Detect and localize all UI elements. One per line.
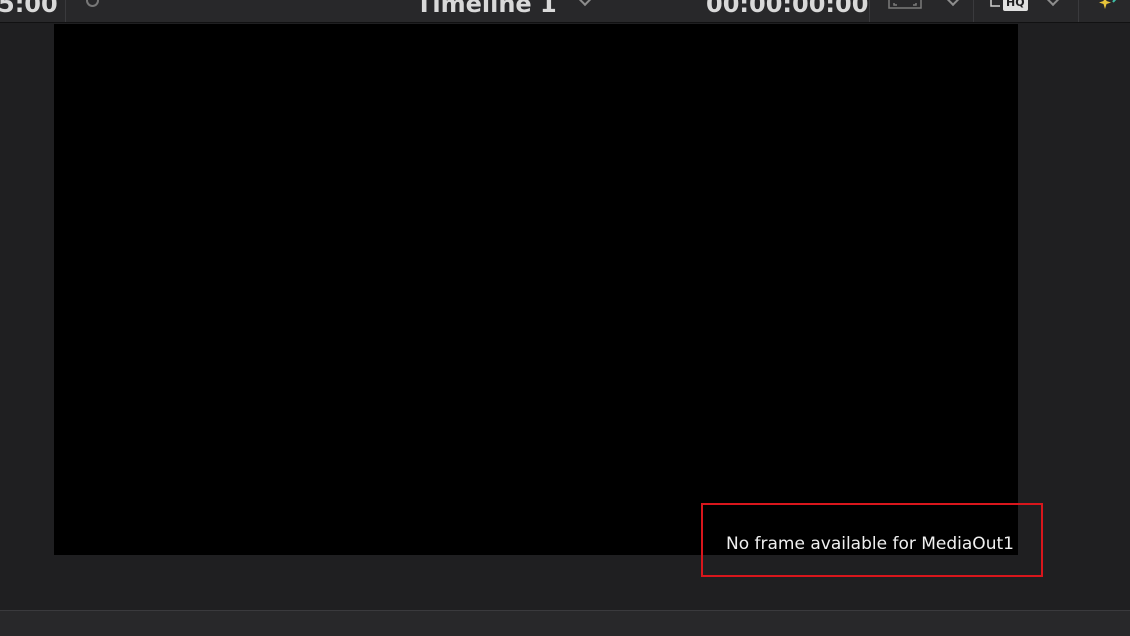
quality-dropdown-icon[interactable] <box>1045 0 1061 7</box>
timecode-display[interactable]: 00:00:00:00 <box>706 0 868 19</box>
frame-aspect-icon[interactable] <box>888 0 922 10</box>
fusion-viewer-app: 5:00 Timeline 1 00:00:00:00 HQ No frame … <box>0 0 1130 636</box>
toolbar-separator <box>973 0 974 22</box>
document-icon <box>990 0 1000 7</box>
viewer-canvas[interactable] <box>54 24 1018 555</box>
frame-dropdown-icon[interactable] <box>945 0 961 7</box>
left-timecode: 5:00 <box>0 0 58 18</box>
timeline-name[interactable]: Timeline 1 <box>416 0 557 19</box>
toolbar-separator <box>1078 0 1079 22</box>
bottom-bar <box>0 610 1130 636</box>
sparkle-icon[interactable] <box>1097 0 1130 14</box>
record-dot-icon[interactable] <box>86 0 99 7</box>
toolbar-separator <box>869 0 870 22</box>
viewer-toolbar: 5:00 Timeline 1 00:00:00:00 HQ <box>0 0 1130 23</box>
quality-badge[interactable]: HQ <box>1003 0 1028 11</box>
toolbar-separator <box>65 0 66 22</box>
timeline-dropdown-icon[interactable] <box>577 0 593 7</box>
no-frame-message: No frame available for MediaOut1 <box>726 534 1014 554</box>
